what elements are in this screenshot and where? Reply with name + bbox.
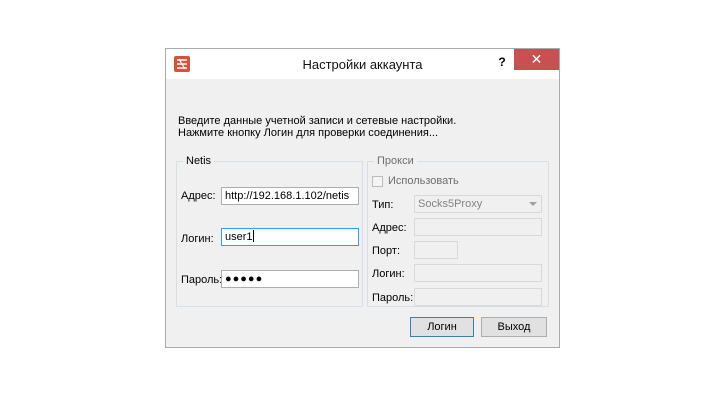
login-button[interactable]: Логин [410, 317, 474, 337]
proxy-type-label: Тип: [372, 199, 394, 211]
proxy-password-label: Пароль: [372, 292, 414, 304]
proxy-group: Прокси Использовать Тип: Socks5Proxy Адр… [367, 155, 549, 307]
account-settings-dialog: Настройки аккаунта ? ✕ Введите данные уч… [165, 48, 560, 348]
proxy-type-select[interactable]: Socks5Proxy [414, 195, 542, 213]
proxy-address-field[interactable] [414, 218, 542, 236]
proxy-address-label: Адрес: [372, 222, 407, 234]
netis-login-label: Логин: [181, 233, 214, 245]
proxy-group-legend: Прокси [374, 155, 417, 168]
proxy-type-value: Socks5Proxy [418, 198, 483, 210]
close-icon: ✕ [530, 51, 543, 67]
netis-login-value: user1 [225, 231, 253, 243]
netis-password-value: ●●●●● [225, 273, 264, 285]
close-button[interactable]: ✕ [514, 49, 559, 70]
netis-login-field[interactable]: user1 [221, 228, 359, 246]
proxy-password-field[interactable] [414, 288, 542, 306]
netis-password-field[interactable]: ●●●●● [221, 270, 359, 288]
proxy-port-field[interactable] [414, 241, 458, 259]
instruction-line-2: Нажмите кнопку Логин для проверки соедин… [178, 127, 439, 139]
proxy-login-label: Логин: [372, 268, 405, 280]
netis-address-field[interactable]: http://192.168.1.102/netis [221, 187, 359, 205]
help-button[interactable]: ? [494, 53, 510, 71]
netis-address-label: Адрес: [181, 190, 216, 202]
exit-button[interactable]: Выход [481, 317, 547, 337]
netis-group: Netis Адрес: http://192.168.1.102/netis … [176, 155, 363, 307]
proxy-login-field[interactable] [414, 264, 542, 282]
netis-password-label: Пароль: [181, 274, 223, 286]
instructions: Введите данные учетной записи и сетевые … [178, 115, 456, 139]
title-bar[interactable]: Настройки аккаунта ? ✕ [166, 49, 559, 79]
proxy-port-label: Порт: [372, 245, 400, 257]
netis-group-legend: Netis [183, 155, 215, 168]
proxy-use-label: Использовать [388, 175, 459, 187]
instruction-line-1: Введите данные учетной записи и сетевые … [178, 115, 457, 127]
chevron-down-icon [529, 202, 537, 206]
text-caret [252, 230, 254, 242]
netis-address-value: http://192.168.1.102/netis [225, 190, 350, 202]
proxy-use-checkbox[interactable] [372, 176, 383, 187]
